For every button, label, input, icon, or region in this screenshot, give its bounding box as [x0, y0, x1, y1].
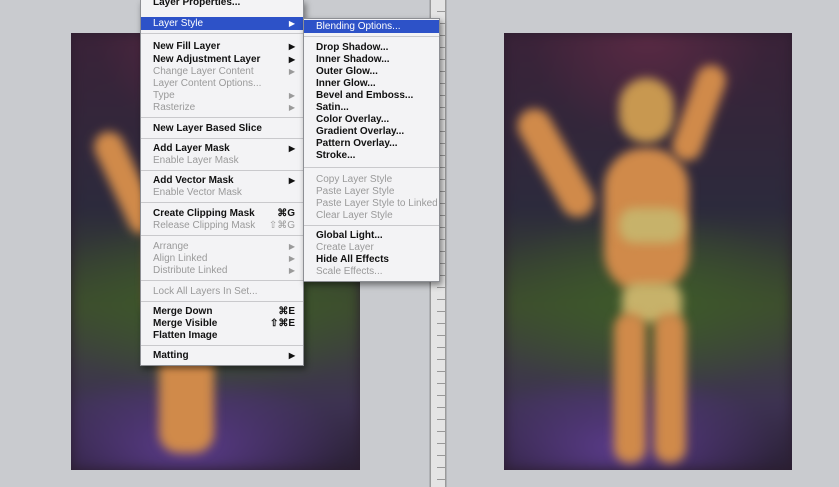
- menu-item-label: Paste Layer Style: [316, 186, 395, 197]
- menu-item-label: Scale Effects...: [316, 266, 383, 277]
- menu-item-clear-layer-style[interactable]: Clear Layer Style: [304, 209, 439, 222]
- submenu-arrow-icon: ▶: [288, 19, 295, 28]
- menu-separator: [141, 301, 303, 302]
- menu-item-label: Rasterize: [153, 102, 196, 113]
- menu-item-layer-style[interactable]: Layer Style ▶: [141, 17, 303, 30]
- menu-item-label: Blending Options...: [316, 21, 401, 32]
- menu-item-stroke[interactable]: Stroke...: [304, 149, 439, 162]
- menu-item-label: Hide All Effects: [316, 254, 389, 265]
- menu-separator: [304, 167, 439, 168]
- menu-item-layer-properties[interactable]: Layer Properties...: [141, 0, 303, 9]
- menu-item-label: Merge Down: [153, 306, 213, 317]
- menu-item-label: Release Clipping Mask: [153, 220, 256, 231]
- menu-item-label: Create Layer: [316, 242, 374, 253]
- menu-separator: [141, 117, 303, 118]
- menu-item-label: Layer Style: [153, 18, 204, 29]
- submenu-arrow-icon: ▶: [288, 42, 295, 51]
- menu-item-new-layer-based-slice[interactable]: New Layer Based Slice: [141, 122, 303, 135]
- shortcut-label: ⇧⌘G: [268, 220, 295, 231]
- menu-item-label: Clear Layer Style: [316, 210, 393, 221]
- submenu-arrow-icon: ▶: [288, 103, 295, 112]
- menu-item-label: Matting: [153, 350, 189, 361]
- menu-separator: [141, 202, 303, 203]
- layer-menu: Layer Properties... Layer Style ▶ New Fil…: [140, 0, 304, 366]
- menu-separator: [141, 138, 303, 139]
- menu-separator: [141, 33, 303, 34]
- menu-separator: [141, 280, 303, 281]
- menu-separator: [304, 36, 439, 37]
- menu-item-flatten-image[interactable]: Flatten Image: [141, 329, 303, 342]
- menu-item-label: Align Linked: [153, 253, 208, 264]
- menu-item-label: Add Layer Mask: [153, 143, 230, 154]
- layer-style-submenu: Blending Options... Drop Shadow... Inner…: [303, 18, 440, 282]
- figure-right-leg: [654, 313, 686, 463]
- menu-item-label: New Layer Based Slice: [153, 123, 262, 134]
- menu-item-label: Change Layer Content: [153, 66, 254, 77]
- menu-item-rasterize[interactable]: Rasterize ▶: [141, 101, 303, 114]
- submenu-arrow-icon: ▶: [288, 266, 295, 275]
- menu-item-label: Pattern Overlay...: [316, 138, 398, 149]
- menu-item-label: New Fill Layer: [153, 41, 221, 52]
- figure-top: [619, 208, 684, 243]
- menu-item-label: Distribute Linked: [153, 265, 228, 276]
- menu-item-label: Merge Visible: [153, 318, 218, 329]
- menu-item-matting[interactable]: Matting ▶: [141, 349, 303, 362]
- menu-item-label: Layer Content Options...: [153, 78, 262, 89]
- menu-item-enable-vector-mask[interactable]: Enable Vector Mask: [141, 186, 303, 199]
- menu-item-label: Type: [153, 90, 175, 101]
- menu-item-label: Gradient Overlay...: [316, 126, 405, 137]
- menu-item-label: Inner Shadow...: [316, 54, 390, 65]
- menu-item-label: Color Overlay...: [316, 114, 390, 125]
- menu-item-label: Satin...: [316, 102, 349, 113]
- menu-item-label: Inner Glow...: [316, 78, 376, 89]
- menu-item-label: Arrange: [153, 241, 189, 252]
- menu-item-label: Stroke...: [316, 150, 356, 161]
- menu-item-scale-effects[interactable]: Scale Effects...: [304, 265, 439, 278]
- menu-item-label: Add Vector Mask: [153, 175, 234, 186]
- menu-separator: [141, 345, 303, 346]
- menu-item-label: Layer Properties...: [153, 0, 241, 8]
- right-photo-canvas[interactable]: [504, 33, 792, 470]
- figure-head: [619, 78, 674, 143]
- menu-item-label: Flatten Image: [153, 330, 218, 341]
- menu-item-label: Copy Layer Style: [316, 174, 393, 185]
- menu-item-enable-layer-mask[interactable]: Enable Layer Mask: [141, 154, 303, 167]
- menu-separator: [141, 170, 303, 171]
- menu-item-lock-all-layers[interactable]: Lock All Layers In Set...: [141, 285, 303, 298]
- menu-item-distribute-linked[interactable]: Distribute Linked ▶: [141, 264, 303, 277]
- menu-item-label: Drop Shadow...: [316, 42, 389, 53]
- figure-left-leg: [614, 313, 646, 463]
- menu-item-release-clipping-mask[interactable]: Release Clipping Mask ⇧⌘G: [141, 219, 303, 232]
- menu-item-label: Outer Glow...: [316, 66, 378, 77]
- menu-item-blending-options[interactable]: Blending Options...: [304, 20, 439, 33]
- menu-item-label: Create Clipping Mask: [153, 208, 255, 219]
- menu-separator: [304, 225, 439, 226]
- menu-item-label: Bevel and Emboss...: [316, 90, 414, 101]
- menu-item-label: Enable Layer Mask: [153, 155, 239, 166]
- menu-item-label: Paste Layer Style to Linked: [316, 198, 438, 209]
- submenu-arrow-icon: ▶: [288, 351, 295, 360]
- menu-item-label: New Adjustment Layer: [153, 54, 261, 65]
- menu-item-label: Lock All Layers In Set...: [153, 286, 258, 297]
- menu-item-label: Enable Vector Mask: [153, 187, 242, 198]
- menu-separator: [141, 235, 303, 236]
- menu-item-label: Global Light...: [316, 230, 383, 241]
- menu-item-new-fill-layer[interactable]: New Fill Layer ▶: [141, 40, 303, 53]
